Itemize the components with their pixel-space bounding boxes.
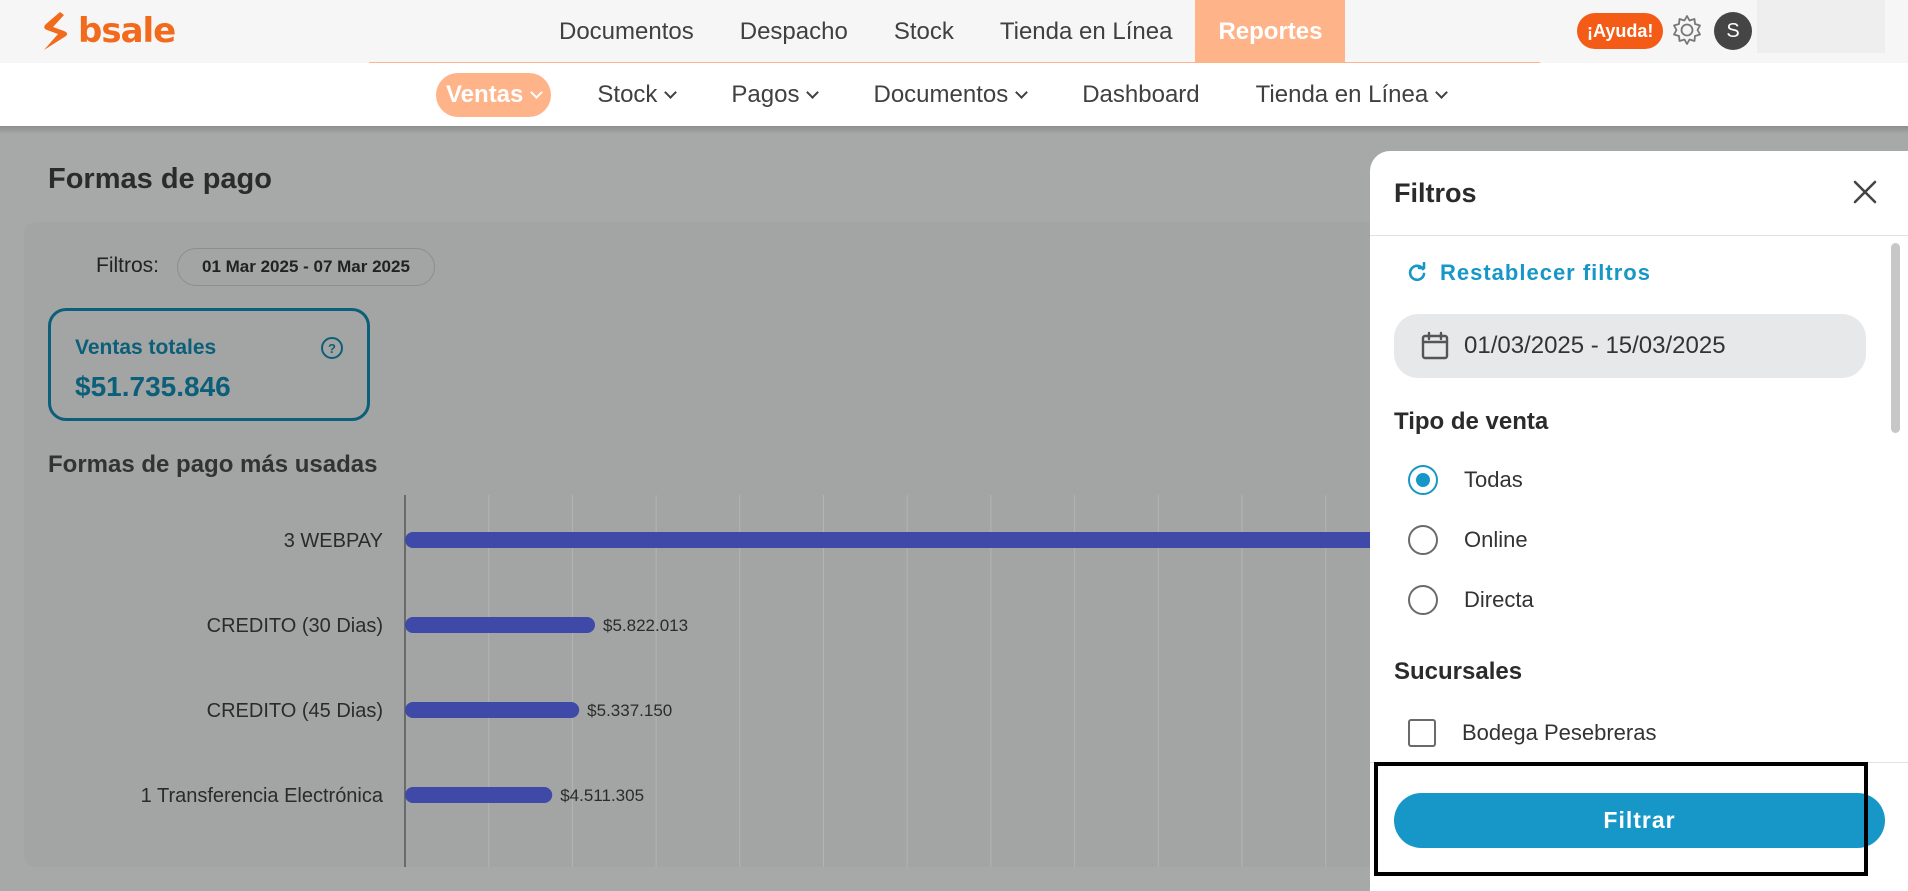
- radio-online[interactable]: Online: [1408, 525, 1528, 555]
- radio-label: Directa: [1464, 587, 1534, 612]
- chevron-down-icon: [1015, 85, 1029, 99]
- category-label: CREDITO (45 Dias): [207, 700, 383, 722]
- help-button[interactable]: ¡Ayuda!: [1577, 13, 1664, 49]
- chevron-down-icon: [530, 85, 544, 99]
- subnav-label: Tienda en Línea: [1255, 81, 1429, 108]
- reset-filters-label: Restablecer filtros: [1440, 260, 1651, 285]
- bar[interactable]: [405, 702, 580, 718]
- calendar-icon: [1421, 331, 1449, 360]
- close-icon[interactable]: [1850, 177, 1880, 207]
- filters-label: Filtros:: [96, 254, 159, 277]
- panel-scrollbar[interactable]: [1891, 243, 1900, 433]
- chart-title: Formas de pago más usadas: [48, 451, 378, 478]
- value-label: $5.337.150: [587, 701, 672, 720]
- nav-label: Despacho: [739, 17, 848, 45]
- date-range-field[interactable]: 01/03/2025 - 15/03/2025: [1394, 314, 1866, 378]
- nav-tienda-en-linea[interactable]: Tienda en Línea: [977, 0, 1196, 63]
- subnav-stock[interactable]: Stock: [587, 73, 685, 117]
- subnav-pagos[interactable]: Pagos: [721, 73, 827, 117]
- subnav-tienda-en-linea[interactable]: Tienda en Línea: [1246, 73, 1457, 117]
- bar[interactable]: [405, 617, 595, 633]
- checkbox-bodega-pesebreras[interactable]: Bodega Pesebreras: [1408, 719, 1656, 747]
- radio-button[interactable]: [1408, 585, 1438, 615]
- subnav-label: Stock: [597, 81, 658, 108]
- chart-grid: [404, 495, 1327, 867]
- nav-despacho[interactable]: Despacho: [717, 0, 871, 63]
- kpi-label: Ventas totales: [75, 336, 217, 359]
- page-title: Formas de pago: [48, 163, 272, 195]
- divider: [1370, 235, 1908, 236]
- nav-label: Tienda en Línea: [999, 17, 1173, 45]
- brand-name: bsale: [78, 11, 176, 51]
- subnav-label: Documentos: [873, 81, 1009, 108]
- gear-icon[interactable]: [1670, 13, 1704, 47]
- category-label: CREDITO (30 Dias): [207, 615, 383, 637]
- nav-label: Reportes: [1218, 17, 1323, 45]
- radio-todas[interactable]: Todas: [1408, 465, 1523, 495]
- subnav-label: Ventas: [446, 81, 524, 108]
- nav-documentos[interactable]: Documentos: [536, 0, 717, 63]
- payment-methods-chart: 3 WEBPAY CREDITO (30 Dias) $5.822.013 CREDI…: [141, 495, 1380, 867]
- date-range-value: 01/03/2025 - 15/03/2025: [1464, 332, 1726, 359]
- category-label: 3 WEBPAY: [284, 530, 383, 552]
- subnav-ventas[interactable]: Ventas: [436, 73, 552, 117]
- reset-filters-link[interactable]: Restablecer filtros: [1406, 260, 1651, 286]
- chevron-down-icon: [1435, 85, 1449, 99]
- account-area[interactable]: [1757, 0, 1885, 53]
- help-icon[interactable]: ?: [321, 337, 343, 359]
- radio-directa[interactable]: Directa: [1408, 585, 1534, 615]
- chevron-down-icon: [664, 85, 678, 99]
- checkbox-label: Bodega Pesebreras: [1462, 720, 1657, 745]
- top-navbar: bsale Documentos Despacho Stock Tienda e…: [0, 0, 1908, 63]
- main-nav: Documentos Despacho Stock Tienda en Líne…: [536, 0, 1346, 63]
- sub-nav: Ventas Stock Pagos Documentos Dashboard …: [0, 63, 1908, 126]
- bsale-logo[interactable]: bsale: [38, 10, 176, 52]
- subnav-dashboard[interactable]: Dashboard: [1072, 73, 1209, 117]
- subnav-label: Pagos: [731, 81, 800, 108]
- nav-label: Documentos: [559, 17, 694, 45]
- value-label: $5.822.013: [603, 616, 688, 635]
- sale-type-title: Tipo de venta: [1394, 408, 1549, 435]
- radio-button[interactable]: [1408, 465, 1438, 495]
- radio-label: Todas: [1464, 467, 1523, 492]
- highlight-box: [1374, 762, 1868, 876]
- chart-bars: 3 WEBPAY CREDITO (30 Dias) $5.822.013 CREDI…: [141, 530, 1380, 807]
- nav-reportes[interactable]: Reportes: [1195, 0, 1346, 63]
- bar[interactable]: [405, 787, 553, 803]
- category-label: 1 Transferencia Electrónica: [141, 785, 384, 807]
- avatar[interactable]: S: [1714, 12, 1752, 50]
- bsale-logo-icon: [44, 12, 68, 50]
- subnav-documentos[interactable]: Documentos: [863, 73, 1036, 117]
- subnav-shadow: [0, 126, 1908, 134]
- checkbox[interactable]: [1408, 719, 1436, 747]
- panel-title: Filtros: [1394, 178, 1477, 208]
- radio-button[interactable]: [1408, 525, 1438, 555]
- date-range-chip[interactable]: 01 Mar 2025 - 07 Mar 2025: [177, 248, 435, 286]
- bar[interactable]: [405, 532, 1380, 548]
- nav-label: Stock: [893, 17, 954, 45]
- chevron-down-icon: [806, 85, 820, 99]
- value-label: $4.511.305: [560, 786, 644, 805]
- subnav-label: Dashboard: [1082, 81, 1200, 108]
- nav-stock[interactable]: Stock: [871, 0, 977, 63]
- kpi-value: $51.735.846: [75, 371, 231, 402]
- branches-title: Sucursales: [1394, 658, 1523, 685]
- kpi-card-total-sales: Ventas totales ? $51.735.846: [48, 308, 370, 421]
- radio-label: Online: [1464, 527, 1528, 552]
- refresh-icon: [1408, 262, 1426, 282]
